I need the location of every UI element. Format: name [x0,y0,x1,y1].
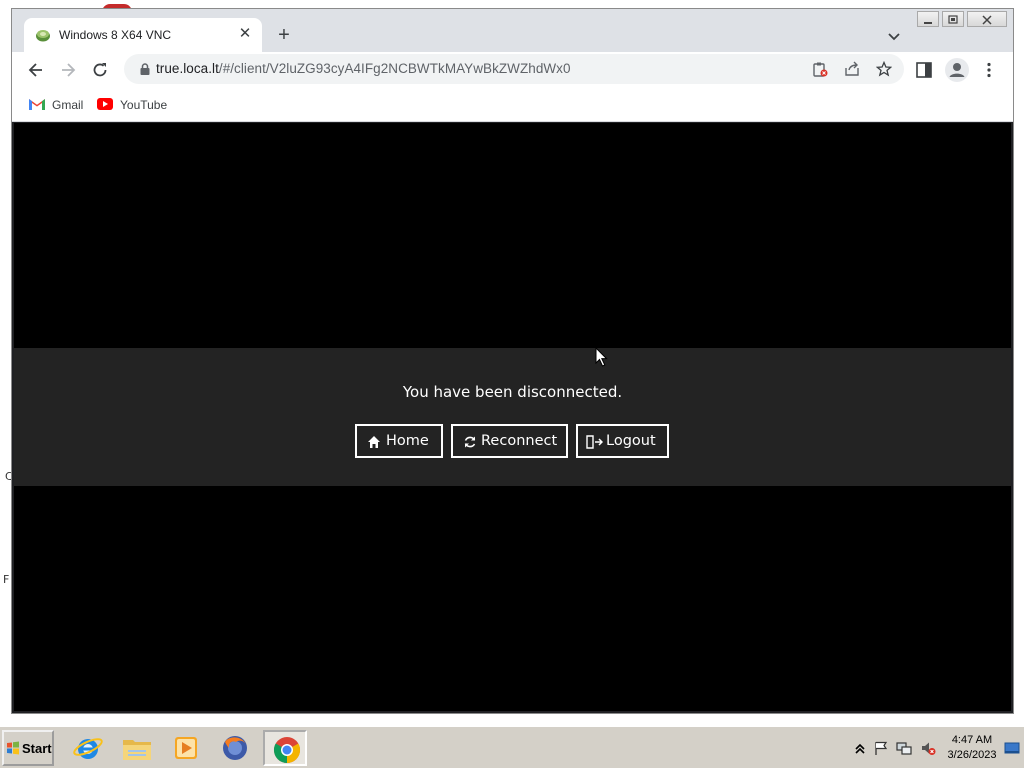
tab-search-chevron-icon[interactable] [885,27,903,45]
browser-toolbar: true.loca.lt/#/client/V2luZG93cyA4IFg2NC… [12,52,1013,88]
bookmarks-bar: Gmail YouTube [12,88,1013,122]
guacamole-favicon-icon [36,30,50,42]
minimize-icon [924,22,932,24]
system-tray: 4:47 AM 3/26/2023 [848,729,1024,767]
side-panel-icon[interactable] [915,61,933,79]
desktop-icon-label: F [3,573,10,586]
home-button[interactable]: Home [355,424,443,458]
url-text[interactable]: true.loca.lt/#/client/V2luZG93cyA4IFg2NC… [156,61,571,76]
chrome-icon [273,737,301,764]
back-arrow-icon[interactable] [26,60,46,80]
bookmark-gmail[interactable]: Gmail [28,96,88,114]
close-icon [982,15,992,25]
taskbar: Start 4:47 AM 3/26/2023 [0,726,1024,768]
media-player-icon [175,737,197,759]
logout-button[interactable]: Logout [576,424,669,458]
home-button-label: Home [386,433,429,449]
youtube-icon [97,98,113,110]
restore-button[interactable] [942,11,964,27]
internet-explorer-icon [73,738,103,759]
firefox-icon [223,736,247,760]
taskbar-file-explorer[interactable] [115,730,159,766]
restore-icon [948,15,958,24]
bookmark-label: YouTube [120,98,168,112]
tab-title: Windows 8 X64 VNC [59,28,172,42]
browser-window: Windows 8 X64 VNC ✕ + true.loca.lt/#/cli… [11,8,1014,714]
show-desktop-icon[interactable] [1004,740,1020,756]
share-icon[interactable] [844,61,860,77]
minimize-button[interactable] [917,11,939,27]
windows-logo-icon [7,741,19,755]
kebab-menu-icon[interactable] [980,61,998,79]
tab-close-icon[interactable]: ✕ [236,25,254,43]
taskbar-clock[interactable]: 4:47 AM 3/26/2023 [944,733,1000,763]
taskbar-firefox[interactable] [213,730,257,766]
clipboard-blocked-icon[interactable] [812,61,828,77]
file-explorer-icon [123,740,151,760]
person-icon [949,63,965,77]
url-host: true.loca.lt [156,61,219,76]
taskbar-internet-explorer[interactable] [66,730,110,766]
start-label: Start [22,741,52,756]
remote-desktop-viewport[interactable]: You have been disconnected. Home Reconne… [14,123,1011,711]
clock-time: 4:47 AM [951,734,993,746]
action-center-flag-icon[interactable] [873,740,889,756]
gmail-icon [29,99,45,110]
url-path: /#/client/V2luZG93cyA4IFg2NCBWTkMAYwBkZW… [218,61,571,76]
clock-date: 3/26/2023 [947,749,997,761]
bookmark-label: Gmail [52,98,84,112]
close-window-button[interactable] [967,11,1007,27]
reconnect-button[interactable]: Reconnect [451,424,568,458]
address-bar[interactable]: true.loca.lt/#/client/V2luZG93cyA4IFg2NC… [124,54,904,84]
logout-icon [586,435,603,449]
home-icon [368,436,380,448]
bookmark-star-icon[interactable] [876,61,892,77]
disconnect-dialog: You have been disconnected. Home Reconne… [14,348,1011,486]
start-button[interactable]: Start [2,730,54,766]
volume-muted-icon[interactable] [920,740,936,756]
logout-button-label: Logout [606,433,656,449]
disconnect-message: You have been disconnected. [402,383,623,401]
taskbar-media-player[interactable] [164,730,208,766]
reload-icon[interactable] [90,60,110,80]
forward-arrow-icon[interactable] [58,60,78,80]
refresh-icon [464,436,476,448]
browser-titlebar: Windows 8 X64 VNC ✕ + [12,9,1013,52]
mouse-cursor-icon [595,347,608,367]
lock-icon[interactable] [138,62,152,76]
new-tab-button[interactable]: + [274,25,294,46]
reconnect-button-label: Reconnect [481,433,558,449]
taskbar-chrome[interactable] [263,730,307,766]
profile-avatar-icon[interactable] [945,58,969,82]
bookmark-youtube[interactable]: YouTube [96,96,168,114]
tab-active[interactable]: Windows 8 X64 VNC ✕ [24,18,262,52]
show-hidden-icons-icon[interactable] [852,740,868,756]
network-icon[interactable] [896,740,912,756]
